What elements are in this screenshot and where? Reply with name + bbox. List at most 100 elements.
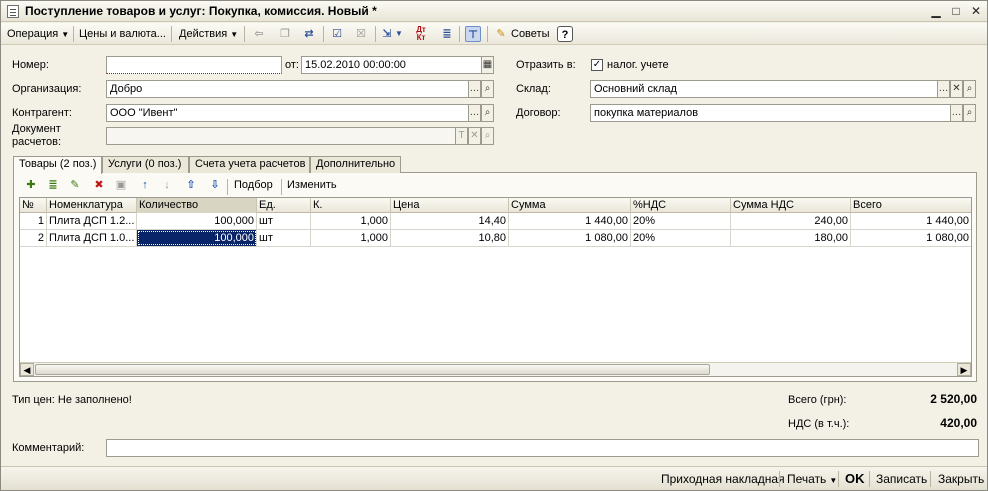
close-icon[interactable]: ✕ xyxy=(967,3,985,19)
column-header-coefficient[interactable]: К. xyxy=(311,198,391,213)
change-button[interactable]: Изменить xyxy=(283,176,341,194)
column-header-vat-amount[interactable]: Сумма НДС xyxy=(731,198,851,213)
tips-button[interactable]: Советы xyxy=(507,25,553,43)
contractor-search-icon[interactable]: ⌕ xyxy=(481,104,494,122)
cell-price[interactable]: 10,80 xyxy=(391,230,509,246)
tab-services[interactable]: Услуги (0 поз.) xyxy=(102,156,189,173)
cell-amount[interactable]: 1 080,00 xyxy=(509,230,631,246)
tab-goods[interactable]: Товары (2 поз.) xyxy=(13,156,102,174)
delete-row-icon[interactable]: ✖ xyxy=(91,177,107,193)
move-down-icon[interactable]: ↓ xyxy=(159,177,175,193)
table-row[interactable]: 2 Плита ДСП 1.0... 100,000 шт 1,000 10,8… xyxy=(20,230,971,247)
based-on-icon[interactable]: ⇲ xyxy=(379,26,395,42)
tab-additional[interactable]: Дополнительно xyxy=(310,156,401,173)
add-row-icon[interactable]: ✚ xyxy=(23,177,39,193)
operation-menu[interactable]: Операция ▼ xyxy=(3,25,73,43)
column-header-vat-rate[interactable]: %НДС xyxy=(631,198,731,213)
tab-settlement-accounts-label: Счета учета расчетов xyxy=(195,158,306,170)
minimize-icon[interactable]: ▁ xyxy=(927,3,945,19)
scrollbar-thumb[interactable] xyxy=(35,364,710,375)
contractor-select-icon[interactable]: … xyxy=(468,104,481,122)
cell-vat-amount[interactable]: 240,00 xyxy=(731,213,851,229)
organization-input[interactable]: Добро xyxy=(106,80,469,98)
warehouse-clear-icon[interactable]: ✕ xyxy=(950,80,963,98)
ok-button[interactable]: OK xyxy=(841,470,869,488)
unpost-document-icon[interactable]: ☒ xyxy=(353,26,369,42)
goods-table[interactable]: № Номенклатура Количество Ед. К. Цена Су… xyxy=(19,197,972,377)
warehouse-select-icon[interactable]: … xyxy=(937,80,950,98)
contract-input[interactable]: покупка материалов xyxy=(590,104,951,122)
cell-quantity[interactable]: 100,000 xyxy=(137,213,257,229)
settlement-doc-input[interactable] xyxy=(106,127,456,145)
cell-vat-amount[interactable]: 180,00 xyxy=(731,230,851,246)
contract-select-icon[interactable]: … xyxy=(950,104,963,122)
organization-select-icon[interactable]: … xyxy=(468,80,481,98)
number-input[interactable] xyxy=(106,56,282,74)
cell-total[interactable]: 1 080,00 xyxy=(851,230,971,246)
refresh-icon[interactable]: ⇄ xyxy=(301,26,317,42)
help-icon[interactable]: ? xyxy=(557,26,573,42)
date-input[interactable]: 15.02.2010 00:00:00 xyxy=(301,56,482,74)
settlement-doc-search-icon[interactable]: ⌕ xyxy=(481,127,494,145)
cell-item[interactable]: Плита ДСП 1.0... xyxy=(47,230,137,246)
toolbar-divider xyxy=(487,26,488,42)
save-button[interactable]: Записать xyxy=(872,470,931,488)
maximize-icon[interactable]: □ xyxy=(947,3,965,19)
organization-search-icon[interactable]: ⌕ xyxy=(481,80,494,98)
actions-menu[interactable]: Действия ▼ xyxy=(175,25,242,43)
copy-icon[interactable]: ❐ xyxy=(277,26,293,42)
cell-item[interactable]: Плита ДСП 1.2... xyxy=(47,213,137,229)
copy-row-icon[interactable]: ≣ xyxy=(45,177,61,193)
column-header-total[interactable]: Всего xyxy=(851,198,971,213)
sort-descending-icon[interactable]: ⇩ xyxy=(207,177,223,193)
column-header-number[interactable]: № xyxy=(20,198,47,213)
invoice-button[interactable]: Приходная накладная xyxy=(657,470,789,488)
cell-unit[interactable]: шт xyxy=(257,230,311,246)
edit-row-icon[interactable]: ✎ xyxy=(67,177,83,193)
column-header-item[interactable]: Номенклатура xyxy=(47,198,137,213)
back-arrow-icon[interactable]: ⇦ xyxy=(251,26,267,42)
close-button[interactable]: Закрыть xyxy=(934,470,988,488)
pick-button[interactable]: Подбор xyxy=(230,176,277,194)
comment-input[interactable] xyxy=(106,439,979,457)
type-icon[interactable]: T xyxy=(455,127,468,145)
cell-vat-rate[interactable]: 20% xyxy=(631,213,731,229)
settlement-doc-label-line1: Документ xyxy=(12,123,61,135)
table-row[interactable]: 1 Плита ДСП 1.2... 100,000 шт 1,000 14,4… xyxy=(20,213,971,230)
dt-kt-icon[interactable]: Дт Кт xyxy=(413,26,429,42)
contractor-input[interactable]: ООО "Ивент" xyxy=(106,104,469,122)
tax-accounting-checkbox[interactable]: ✓ xyxy=(591,59,603,71)
column-header-quantity[interactable]: Количество xyxy=(137,198,257,213)
cell-coefficient[interactable]: 1,000 xyxy=(311,213,391,229)
cell-coefficient[interactable]: 1,000 xyxy=(311,230,391,246)
structure-icon[interactable]: ⊤ xyxy=(465,26,481,42)
column-header-amount[interactable]: Сумма xyxy=(509,198,631,213)
chevron-down-icon[interactable]: ▼ xyxy=(395,26,403,42)
cell-quantity[interactable]: 100,000 xyxy=(137,230,257,246)
tab-settlement-accounts[interactable]: Счета учета расчетов xyxy=(189,156,310,173)
prices-currency-button[interactable]: Цены и валюта... xyxy=(75,25,170,43)
end-edit-icon[interactable]: ▣ xyxy=(113,177,129,193)
print-menu[interactable]: Печать ▼ xyxy=(783,470,841,488)
vat-value: 420,00 xyxy=(940,416,977,430)
journal-icon[interactable]: ≣ xyxy=(439,26,455,42)
horizontal-scrollbar[interactable]: ◀ ▶ xyxy=(20,362,971,376)
contract-search-icon[interactable]: ⌕ xyxy=(963,104,976,122)
column-header-unit[interactable]: Ед. xyxy=(257,198,311,213)
move-up-icon[interactable]: ↑ xyxy=(137,177,153,193)
cell-amount[interactable]: 1 440,00 xyxy=(509,213,631,229)
cell-vat-rate[interactable]: 20% xyxy=(631,230,731,246)
total-value: 2 520,00 xyxy=(930,392,977,406)
column-header-price[interactable]: Цена xyxy=(391,198,509,213)
warehouse-input[interactable]: Основний склад xyxy=(590,80,938,98)
clear-icon[interactable]: ✕ xyxy=(468,127,481,145)
cell-total[interactable]: 1 440,00 xyxy=(851,213,971,229)
post-document-icon[interactable]: ☑ xyxy=(329,26,345,42)
cell-unit[interactable]: шт xyxy=(257,213,311,229)
sort-ascending-icon[interactable]: ⇧ xyxy=(183,177,199,193)
warehouse-search-icon[interactable]: ⌕ xyxy=(963,80,976,98)
calendar-icon[interactable]: ▦ xyxy=(481,56,494,74)
cell-price[interactable]: 14,40 xyxy=(391,213,509,229)
scroll-right-icon[interactable]: ▶ xyxy=(957,363,971,376)
scroll-left-icon[interactable]: ◀ xyxy=(20,363,34,376)
